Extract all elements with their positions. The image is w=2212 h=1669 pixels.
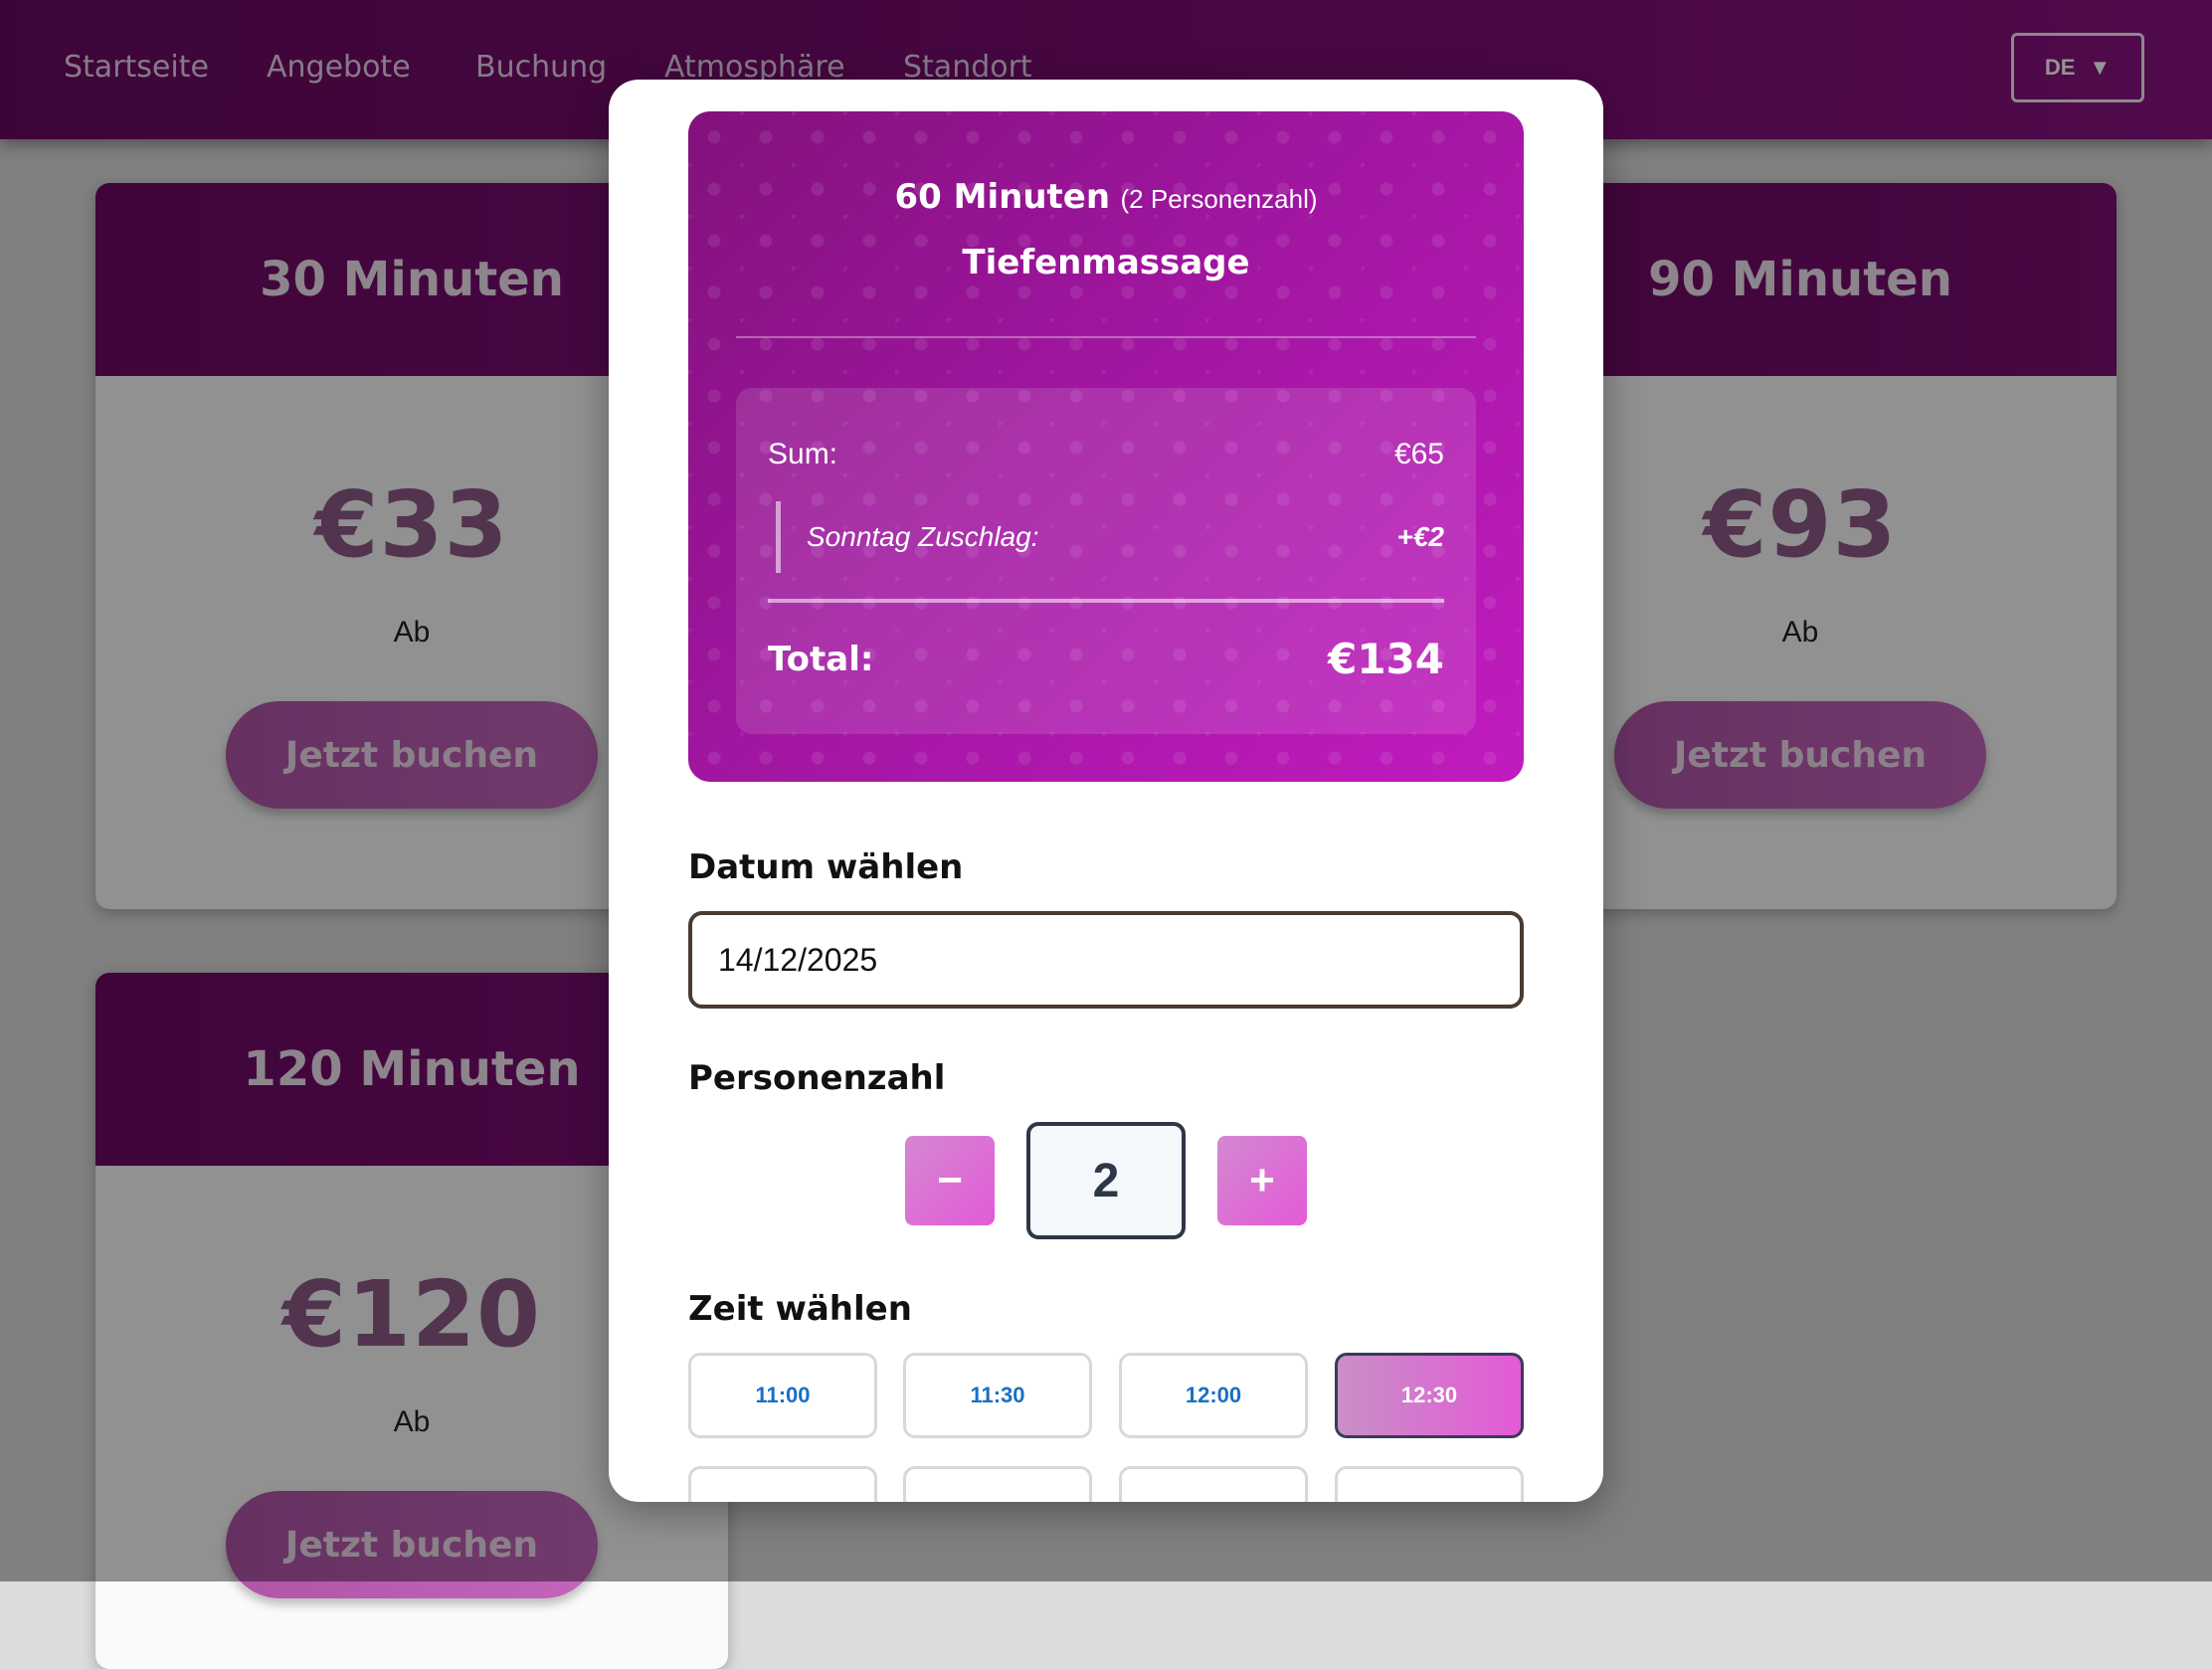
booking-modal: 60 Minuten (2 Personenzahl) Tiefenmassag… [609, 80, 1603, 1502]
surcharge-label: Sonntag Zuschlag: [807, 521, 1039, 553]
time-slot-1200[interactable]: 12:00 [1119, 1353, 1308, 1438]
persons-count[interactable]: 2 [1026, 1122, 1186, 1239]
time-slot-1130[interactable]: 11:30 [903, 1353, 1092, 1438]
time-slot-1230-selected[interactable]: 12:30 [1335, 1353, 1524, 1438]
time-label: Zeit wählen [688, 1289, 912, 1329]
date-label: Datum wählen [688, 847, 963, 887]
summary-breakdown: Sum: €65 Sonntag Zuschlag: +€2 Total: €1… [736, 388, 1476, 734]
summary-heading: 60 Minuten (2 Personenzahl) [688, 177, 1524, 217]
summary-massage-type: Tiefenmassage [688, 243, 1524, 282]
surcharge-value: +€2 [1397, 521, 1445, 553]
total-label: Total: [768, 640, 873, 679]
time-slot-1100[interactable]: 11:00 [688, 1353, 877, 1438]
time-slot[interactable] [688, 1466, 877, 1502]
persons-label: Personenzahl [688, 1058, 945, 1098]
surcharge-row: Sonntag Zuschlag: +€2 [776, 501, 1444, 573]
total-divider [768, 599, 1444, 603]
sum-value: €65 [1394, 438, 1444, 471]
increment-persons-button[interactable]: + [1217, 1136, 1307, 1225]
price-summary-card: 60 Minuten (2 Personenzahl) Tiefenmassag… [688, 111, 1524, 782]
total-row: Total: €134 [768, 635, 1444, 683]
summary-duration: 60 Minuten [894, 177, 1110, 217]
time-slot[interactable] [1335, 1466, 1524, 1502]
total-value: €134 [1328, 635, 1444, 683]
date-input[interactable] [688, 911, 1524, 1009]
sum-row: Sum: €65 [768, 438, 1444, 471]
time-slot[interactable] [1119, 1466, 1308, 1502]
summary-divider [736, 336, 1476, 338]
decrement-persons-button[interactable]: − [905, 1136, 995, 1225]
time-slot[interactable] [903, 1466, 1092, 1502]
sum-label: Sum: [768, 438, 837, 471]
summary-persons-note: (2 Personenzahl) [1121, 184, 1318, 214]
